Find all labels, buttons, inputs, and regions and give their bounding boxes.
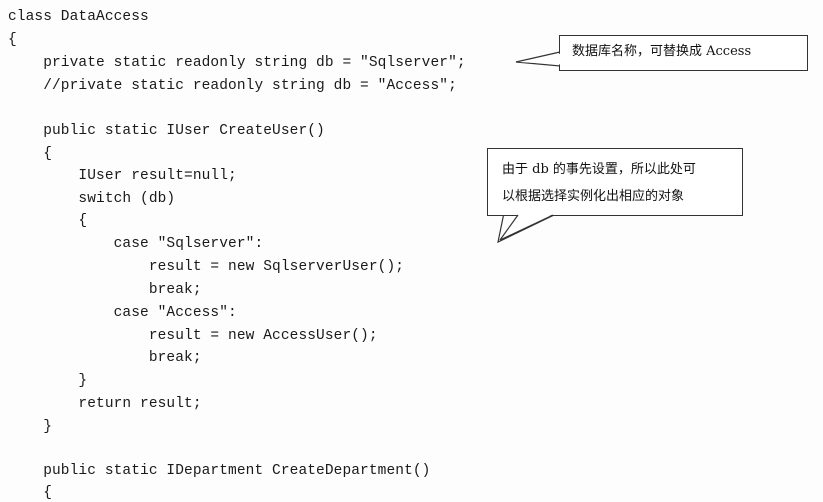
callout-pointer-seam: [499, 53, 561, 241]
